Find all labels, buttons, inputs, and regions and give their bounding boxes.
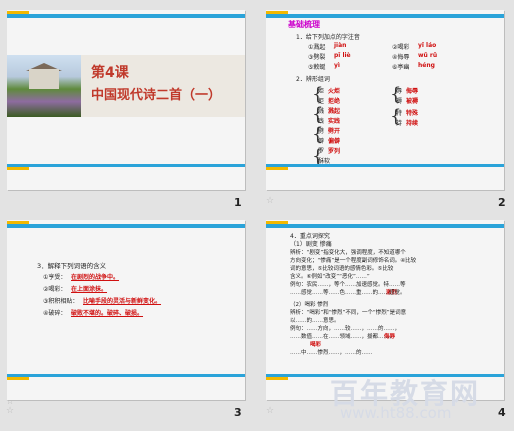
body-line: 以……的……意思。 [290, 318, 340, 324]
char: 罗 [318, 148, 325, 155]
pinyin-answer: wǔ rǔ [418, 52, 438, 59]
slide-number-1: 1 [234, 196, 242, 209]
slide-number-3: 3 [234, 406, 242, 419]
word-answer: 偏僻 [328, 138, 341, 145]
word-answer: 实践 [328, 118, 341, 125]
pinyin-answer: pī liè [334, 52, 351, 59]
word-answer: 被褥 [406, 98, 419, 105]
body-line: ……中……惨烈……，……的…… [290, 350, 373, 356]
entry-answer: 在上面涂抹。 [71, 286, 108, 293]
body-line: 例句：农民……，等个……加速感觉。特……等 [290, 282, 406, 288]
pinyin-item-label: ①溅起 [308, 44, 326, 51]
transition-star-icon: ☆ [266, 406, 275, 416]
slide-thumbnail-3[interactable]: 3．解释下列词语的含义 ①亨受： 在剧烈的战争中。 ②喝彩： 在上面涂抹。 ③积… [7, 220, 245, 400]
pinyin-item-label: ⑤敕蜒 [308, 64, 326, 71]
cover-photo [7, 55, 81, 117]
question-1: 1．给下列加点的字注音 [296, 34, 360, 41]
char: 特 [396, 110, 403, 117]
char: 褥 [396, 98, 403, 105]
pinyin-answer: héng [418, 62, 435, 69]
body-line: 含义。⑥例如“改变”“恶化”……” [290, 274, 370, 280]
body-line: ……数值……在……领域……，拔都……， [290, 334, 395, 340]
pinyin-answer: yì [334, 62, 340, 69]
top-rule [7, 221, 245, 228]
body-line: ……感觉……等……色……重……的……感觉。 [290, 290, 406, 296]
top-rule [266, 11, 504, 18]
char: 持 [396, 120, 403, 127]
watermark-url: www.ht88.com [340, 404, 452, 422]
word-answer: 劈开 [328, 128, 341, 135]
slide-number-4: 4 [498, 406, 506, 419]
subheading: （2）喝彩 惨烈 [290, 302, 329, 308]
word-answer: 侮辱 [406, 88, 419, 95]
word-answer: 火炬 [328, 88, 341, 95]
char: 炬 [318, 88, 325, 95]
transition-star-icon: ☆ [6, 406, 15, 416]
entry-label: ①亨受： [43, 274, 67, 281]
body-line: 例句：……方向，……较……，……的……， [290, 326, 401, 332]
section-heading: 基础梳理 [288, 20, 320, 29]
char: 溅 [318, 108, 325, 115]
transition-star-icon: ☆ [266, 196, 275, 206]
body-line: 辨析：“喝彩”和“惨烈”不同，一个“惨烈”是词意 [290, 310, 407, 316]
pinyin-item-label: ③劈裂 [308, 54, 326, 61]
entry-label: ③积积相贴： [43, 298, 79, 305]
pinyin-answer: yǐ láo [418, 42, 437, 49]
section-heading: 3．解释下列词语的含义 [37, 262, 107, 270]
slide-number-2: 2 [498, 196, 506, 209]
pinyin-item-label: ④侮辱 [392, 54, 410, 61]
pinyin-item-label: ②喝彩 [392, 44, 410, 51]
body-line: 辨析：“剧变”指变化大，强调程度，不知道哪个 [290, 250, 406, 256]
entry-answer: 破败不堪的。破碎、破损。 [71, 310, 144, 317]
word-answer: 拒绝 [328, 98, 341, 105]
char: 劈 [318, 128, 325, 135]
top-rule [266, 221, 504, 228]
entry-answer: 在剧烈的战争中。 [71, 274, 120, 281]
slide-thumbnail-1[interactable]: 第4课 中国现代诗二首（一） [7, 10, 245, 190]
entry-label: ④破碎： [43, 310, 67, 317]
entry-answer: 比喻手段的灵活与新鲜变化。 [83, 298, 162, 305]
slide-thumbnail-2[interactable]: 基础梳理 1．给下列加点的字注音 ①溅起 jiàn ②喝彩 yǐ láo ③劈裂… [266, 10, 504, 190]
lesson-title: 中国现代诗二首（一） [91, 88, 222, 103]
word-answer: 持续 [406, 120, 419, 127]
word-answer: 溅起 [328, 108, 341, 115]
top-rule [7, 11, 245, 18]
highlight-word: 喝彩 [310, 342, 322, 348]
subheading: （1）剧变 惨痛 [290, 241, 332, 248]
body-line: 词的意思，⑤比较词语的感情色彩。⑤比较 [290, 266, 394, 272]
char: 僻 [318, 138, 325, 145]
pinyin-answer: jiàn [334, 42, 347, 49]
bottom-rule [266, 164, 504, 170]
body-line: 方向变化；“惨痛”是一个程度副词修饰名词。④比较 [290, 258, 417, 264]
bottom-rule [7, 374, 245, 380]
lesson-number: 第4课 [91, 65, 129, 81]
word-answer: 特殊 [406, 110, 419, 117]
entry-label: ②喝彩： [43, 286, 67, 293]
bottom-rule [7, 164, 245, 170]
pinyin-item-label: ⑥亭幽 [392, 64, 410, 71]
char: 辱 [396, 88, 403, 95]
question-2: 2．辨形组词 [296, 76, 330, 83]
word-answer: 罗列 [328, 148, 341, 155]
